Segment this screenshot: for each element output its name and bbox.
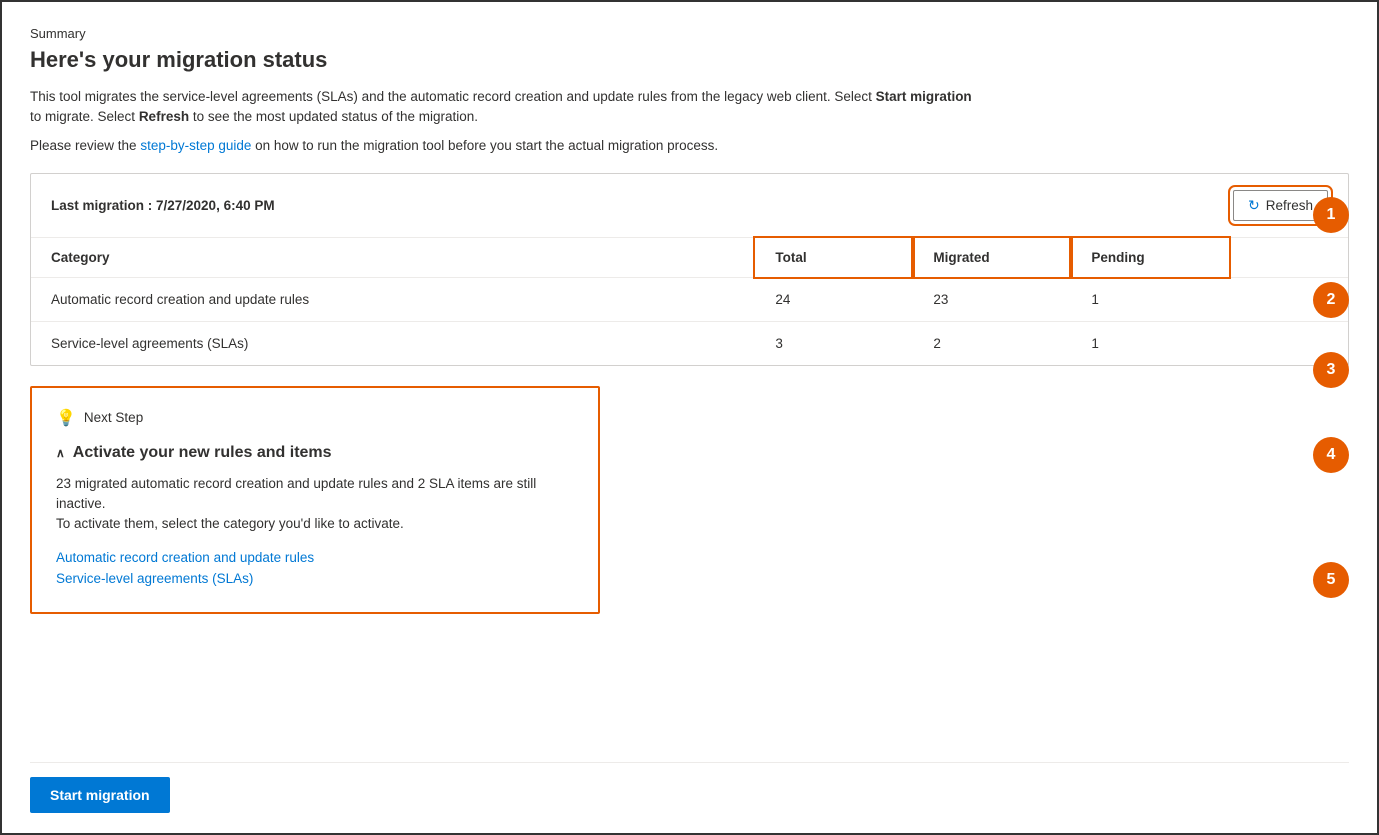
refresh-label: Refresh xyxy=(1266,198,1313,213)
lightbulb-icon: 💡 xyxy=(56,408,76,428)
desc-mid: to migrate. Select xyxy=(30,109,139,124)
cell-category-1: Service-level agreements (SLAs) xyxy=(31,321,755,365)
desc-end: to see the most updated status of the mi… xyxy=(189,109,478,124)
col-header-category: Category xyxy=(31,238,755,278)
activate-description: 23 migrated automatic record creation an… xyxy=(56,474,574,535)
activate-link-slas[interactable]: Service-level agreements (SLAs) xyxy=(56,571,574,586)
next-step-box: 💡 Next Step ∧ Activate your new rules an… xyxy=(30,386,600,615)
migration-card: Last migration : 7/27/2020, 6:40 PM ↻ Re… xyxy=(30,173,1349,366)
callout-2: 2 xyxy=(1313,282,1349,318)
table-row: Automatic record creation and update rul… xyxy=(31,277,1348,321)
desc-bold-refresh: Refresh xyxy=(139,109,189,124)
callout-4: 4 xyxy=(1313,437,1349,473)
bottom-bar: Start migration xyxy=(30,762,1349,813)
card-header: Last migration : 7/27/2020, 6:40 PM ↻ Re… xyxy=(31,174,1348,238)
callout-5: 5 xyxy=(1313,562,1349,598)
col-header-total: Total xyxy=(755,238,913,278)
desc-pre: This tool migrates the service-level agr… xyxy=(30,89,876,104)
cell-category-0: Automatic record creation and update rul… xyxy=(31,277,755,321)
activate-title: ∧ Activate your new rules and items xyxy=(56,444,574,462)
page-title: Here's your migration status xyxy=(30,47,1349,73)
next-step-header: 💡 Next Step xyxy=(56,408,574,428)
description-text: This tool migrates the service-level agr… xyxy=(30,87,980,128)
guide-pre: Please review the xyxy=(30,138,140,153)
guide-post: on how to run the migration tool before … xyxy=(251,138,718,153)
migration-table-container: Category Total Migrated Pending Automati… xyxy=(31,238,1348,365)
desc-bold-start-migration: Start migration xyxy=(876,89,972,104)
col-header-pending: Pending xyxy=(1071,238,1229,278)
cell-total-0: 24 xyxy=(755,277,913,321)
activate-link-rules[interactable]: Automatic record creation and update rul… xyxy=(56,550,574,565)
table-row: Service-level agreements (SLAs) 3 2 1 xyxy=(31,321,1348,365)
callout-1: 1 xyxy=(1313,197,1349,233)
migration-table: Category Total Migrated Pending Automati… xyxy=(31,238,1348,365)
cell-total-1: 3 xyxy=(755,321,913,365)
last-migration-label: Last migration : 7/27/2020, 6:40 PM xyxy=(51,198,275,213)
cell-pending-1: 1 xyxy=(1071,321,1229,365)
chevron-up-icon: ∧ xyxy=(56,446,65,460)
guide-paragraph: Please review the step-by-step guide on … xyxy=(30,138,1349,153)
cell-migrated-0: 23 xyxy=(913,277,1071,321)
callout-3: 3 xyxy=(1313,352,1349,388)
cell-migrated-1: 2 xyxy=(913,321,1071,365)
refresh-icon: ↻ xyxy=(1248,197,1260,214)
start-migration-button[interactable]: Start migration xyxy=(30,777,170,813)
col-header-migrated: Migrated xyxy=(913,238,1071,278)
col-header-empty xyxy=(1229,238,1348,278)
summary-label: Summary xyxy=(30,26,1349,41)
table-header-row: Category Total Migrated Pending xyxy=(31,238,1348,278)
next-step-label: Next Step xyxy=(84,410,143,425)
activate-title-text: Activate your new rules and items xyxy=(73,444,332,462)
guide-link[interactable]: step-by-step guide xyxy=(140,138,251,153)
cell-pending-0: 1 xyxy=(1071,277,1229,321)
